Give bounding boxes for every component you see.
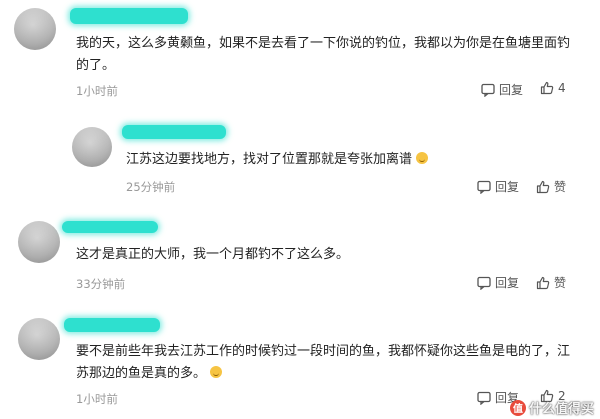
emoji-icon	[416, 152, 429, 164]
comment-time: 1小时前	[76, 392, 118, 406]
username-redacted[interactable]	[64, 318, 160, 332]
avatar[interactable]	[14, 8, 56, 50]
thumbs-up-icon	[536, 276, 550, 289]
comment-time: 33分钟前	[76, 277, 126, 291]
comment-time: 25分钟前	[126, 180, 176, 194]
username-redacted[interactable]	[62, 221, 158, 233]
reply-label: 回复	[499, 83, 524, 97]
reply-button[interactable]: 回复	[477, 178, 519, 195]
comment-text-fragment: 苏那边的鱼是真的多。	[76, 366, 207, 381]
site-logo-icon: 值	[509, 399, 526, 416]
like-count: 4	[558, 81, 566, 95]
comment-icon	[477, 276, 491, 290]
comment-text: 这才是真正的大师，我一个月都钓不了这么多。	[76, 244, 586, 266]
comment-icon	[477, 180, 491, 194]
comment-text-line: 要不是前些年我去江苏工作的时候钓过一段时间的鱼，我都怀疑你这些鱼是电的了，江	[76, 344, 571, 359]
emoji-icon	[210, 366, 223, 378]
reply-button[interactable]: 回复	[481, 81, 523, 98]
comment-text: 要不是前些年我去江苏工作的时候钓过一段时间的鱼，我都怀疑你这些鱼是电的了，江 苏…	[76, 341, 586, 385]
username-redacted[interactable]	[70, 8, 188, 24]
avatar[interactable]	[72, 127, 112, 167]
like-label: 赞	[554, 180, 567, 194]
comment-text-line: 这才是真正的大师，我一个月都钓不了这么多。	[76, 247, 350, 262]
comment-time: 1小时前	[76, 84, 118, 98]
comment-text-line: 我的天，这么多黄颡鱼，如果不是去看了一下你说的钓位，我都以为你是在鱼塘里面钓	[76, 36, 571, 51]
thumbs-up-icon	[540, 81, 554, 95]
comment-icon	[477, 391, 491, 405]
thumbs-up-icon	[536, 180, 550, 193]
comment-text: 江苏这边要找地方，找对了位置那就是夸张加离谱	[126, 149, 586, 171]
reply-button[interactable]: 回复	[477, 274, 519, 291]
like-button[interactable]: 4	[540, 81, 566, 95]
comment-text-line: 江苏这边要找地方，找对了位置那就是夸张加离谱	[126, 152, 413, 167]
comment-text: 我的天，这么多黄颡鱼，如果不是去看了一下你说的钓位，我都以为你是在鱼塘里面钓 的…	[76, 33, 586, 77]
comment-text-line: 苏那边的鱼是真的多。	[76, 363, 586, 385]
like-button[interactable]: 赞	[536, 274, 566, 291]
like-button[interactable]: 赞	[536, 178, 566, 195]
comment-text-line: 的了。	[76, 58, 116, 73]
avatar[interactable]	[18, 318, 60, 360]
reply-label: 回复	[495, 180, 520, 194]
watermark-text: 什么值得买	[528, 402, 594, 417]
site-watermark: 值 什么值得买	[509, 398, 594, 417]
like-label: 赞	[554, 276, 567, 290]
reply-label: 回复	[495, 276, 520, 290]
comment-icon	[481, 83, 495, 97]
username-redacted[interactable]	[122, 125, 226, 139]
avatar[interactable]	[18, 221, 60, 263]
